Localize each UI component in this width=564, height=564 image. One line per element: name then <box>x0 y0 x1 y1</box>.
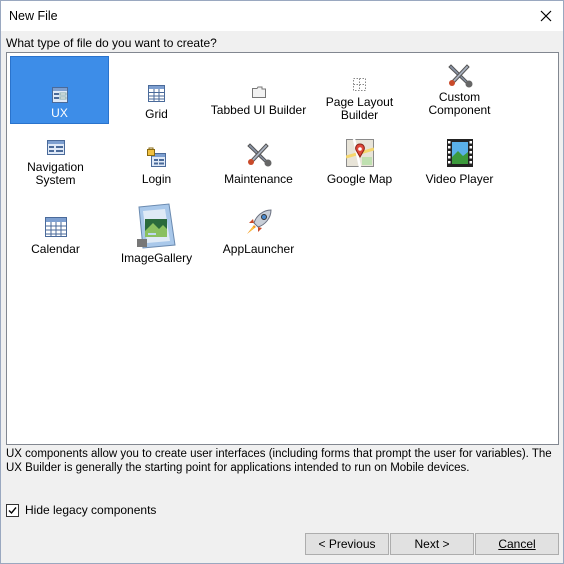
window-title: New File <box>9 9 58 23</box>
item-label: Video Player <box>425 172 494 186</box>
item-label: Builder <box>340 108 379 122</box>
file-type-calendar[interactable]: Calendar <box>7 203 104 259</box>
file-type-app-launcher[interactable]: AppLauncher <box>210 203 307 259</box>
hide-legacy-row[interactable]: Hide legacy components <box>6 503 156 517</box>
ux-form-icon <box>51 87 68 103</box>
next-button[interactable]: Next > <box>390 533 474 555</box>
photo-gallery-icon <box>136 203 176 249</box>
title-bar: New File <box>1 1 563 31</box>
item-label: System <box>35 173 76 187</box>
item-label: Google Map <box>326 172 393 186</box>
film-icon <box>446 139 473 167</box>
calendar-icon <box>44 217 67 237</box>
grid-icon <box>148 85 165 102</box>
description-text: UX components allow you to create user i… <box>6 448 552 474</box>
file-type-login[interactable]: Login <box>108 133 205 193</box>
check-icon <box>8 506 17 514</box>
hide-legacy-checkbox[interactable] <box>6 503 19 517</box>
file-type-list[interactable]: UX Grid Tabbed UI Builder Page Layout Bu… <box>6 52 559 445</box>
item-label: UX <box>51 106 68 120</box>
item-label: Tabbed UI Builder <box>210 103 307 117</box>
item-label: ImageGallery <box>120 251 193 265</box>
file-type-navigation-system[interactable]: Navigation System <box>7 133 104 193</box>
login-icon <box>146 147 166 167</box>
hide-legacy-label: Hide legacy components <box>25 503 157 517</box>
close-button[interactable] <box>529 1 563 31</box>
navigation-form-icon <box>46 140 65 155</box>
cancel-button[interactable]: Cancel <box>475 533 559 555</box>
close-icon <box>540 10 552 22</box>
file-type-maintenance[interactable]: Maintenance <box>210 133 307 193</box>
page-layout-icon <box>353 78 366 91</box>
file-type-grid[interactable]: Grid <box>108 56 205 122</box>
wrench-screwdriver-icon <box>447 64 472 88</box>
item-label: Grid <box>145 107 168 121</box>
file-type-image-gallery[interactable]: ImageGallery <box>108 203 205 269</box>
previous-button[interactable]: < Previous <box>305 533 389 555</box>
file-type-page-layout-builder[interactable]: Page Layout Builder <box>311 56 408 122</box>
file-type-ux[interactable]: UX <box>10 56 109 124</box>
file-type-custom-component[interactable]: Custom Component <box>411 56 508 122</box>
wrench-screwdriver-icon <box>246 143 271 167</box>
prompt-label: What type of file do you want to create? <box>6 36 217 50</box>
item-label: Login <box>141 172 172 186</box>
item-label: Maintenance <box>224 172 293 186</box>
file-type-video-player[interactable]: Video Player <box>411 133 508 193</box>
new-file-dialog: New File What type of file do you want t… <box>0 0 564 564</box>
item-label: AppLauncher <box>222 242 295 256</box>
file-type-google-map[interactable]: Google Map <box>311 133 408 193</box>
item-label: Calendar <box>31 242 80 256</box>
file-type-tabbed-ui-builder[interactable]: Tabbed UI Builder <box>210 56 307 122</box>
item-label: Component <box>428 103 491 117</box>
map-icon <box>345 139 374 167</box>
rocket-icon <box>246 209 272 234</box>
folder-tab-icon <box>251 86 266 98</box>
